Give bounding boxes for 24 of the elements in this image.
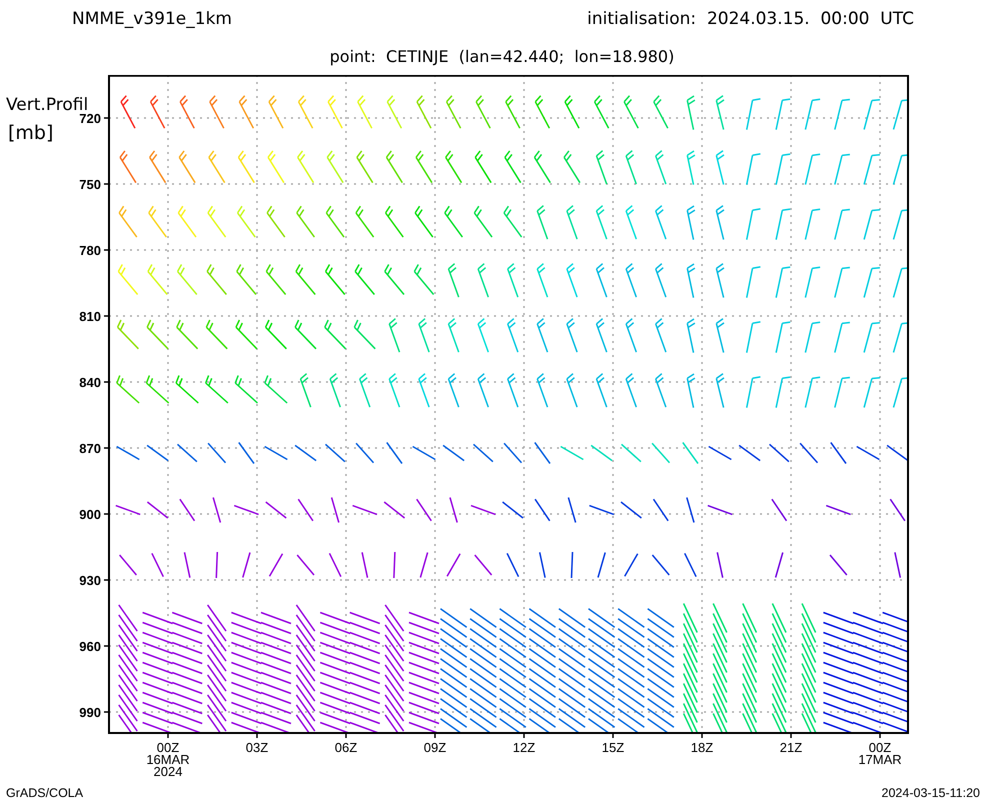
y-tick-label: 750 [79,177,101,192]
y-tick-label: 810 [79,309,101,324]
y-tick-label: 960 [79,639,101,654]
x-tick-label: 06Z [334,740,358,755]
plot-title: NMME_v391e_1km [72,9,232,29]
y-tick-label: 990 [79,705,101,720]
software-credit: GrADS/COLA [6,786,84,800]
x-tick-label: 03Z [246,740,268,755]
y-axis-title: [mb] [8,122,54,144]
y-tick-label: 840 [79,375,101,390]
x-tick-label: 09Z [424,740,446,755]
x-tick-label: 21Z [780,740,802,755]
x-tick-label: 00Z 16MAR 2024 [146,740,190,779]
x-tick-label: 12Z [512,740,536,755]
x-tick-label: 15Z [602,740,624,755]
x-tick-label: 18Z [690,740,714,755]
x-tick-label: 00Z 17MAR [858,740,902,767]
creation-timestamp: 2024-03-15-11:20 [882,786,980,800]
y-tick-label: 870 [79,441,101,456]
y-tick-label: 930 [79,573,101,588]
y-tick-label: 780 [79,243,101,258]
initialisation-time: initialisation: 2024.03.15. 00:00 UTC [587,9,914,29]
point-location: point: CETINJE (lan=42.440; lon=18.980) [330,47,674,66]
y-tick-label: 900 [79,507,101,522]
